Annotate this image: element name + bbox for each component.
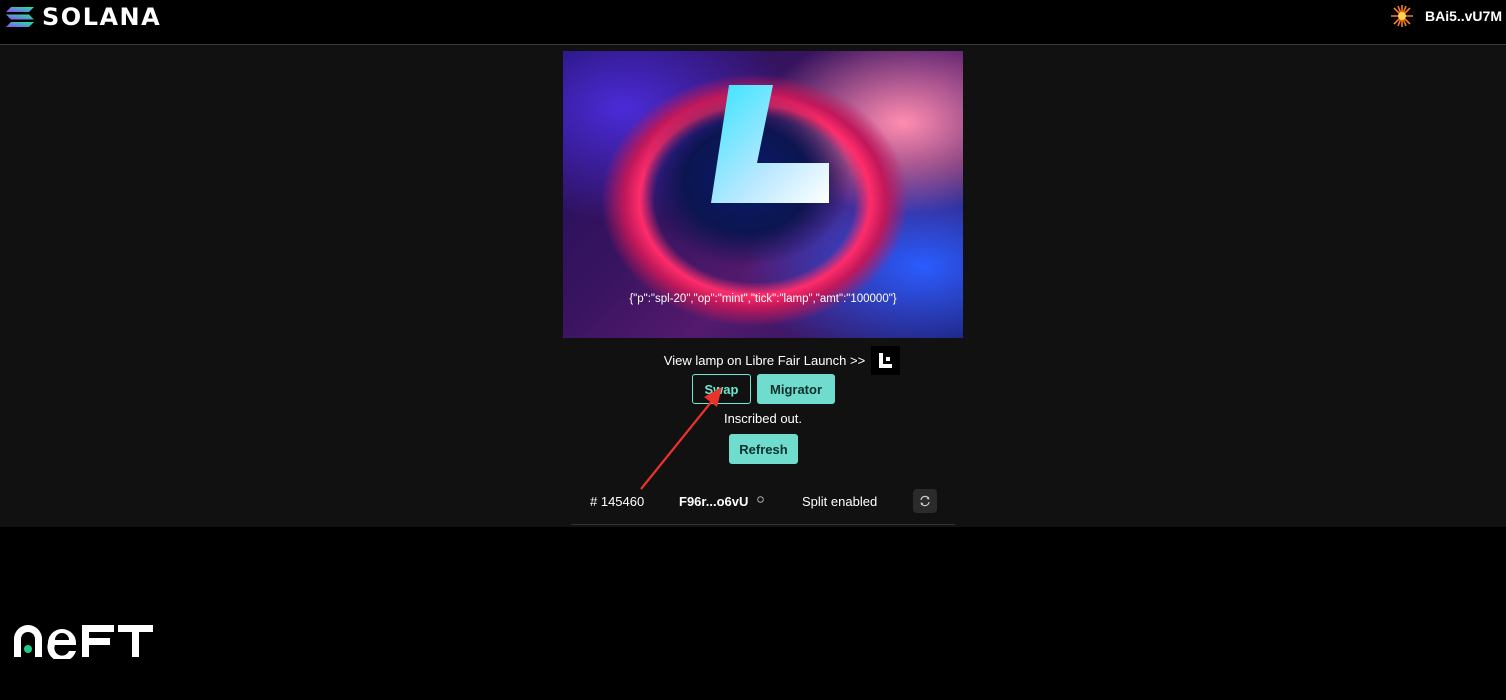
inscription-info-row: # 145460 F96r...o6vU Split enabled: [571, 488, 955, 524]
sync-icon: [920, 495, 930, 507]
letter-l-logo: [711, 85, 829, 203]
fair-launch-text[interactable]: View lamp on Libre Fair Launch >>: [664, 353, 865, 368]
libre-logo-icon[interactable]: [871, 345, 901, 375]
footer: [0, 527, 1506, 700]
owner-address[interactable]: F96r...o6vU: [679, 494, 748, 509]
neft-logo[interactable]: [12, 623, 154, 659]
copy-icon[interactable]: [756, 495, 765, 504]
wallet-address: BAi5..vU7M: [1424, 8, 1502, 24]
main-content: {"p":"spl-20","op":"mint","tick":"lamp",…: [0, 45, 1506, 527]
inscription-image: {"p":"spl-20","op":"mint","tick":"lamp",…: [563, 51, 963, 338]
inscription-number: # 145460: [590, 494, 645, 509]
split-status: Split enabled: [802, 494, 878, 509]
top-header: SOLANA BAi5..vU7M: [0, 0, 1506, 45]
refresh-button[interactable]: Refresh: [729, 434, 798, 464]
inscription-json: {"p":"spl-20","op":"mint","tick":"lamp",…: [629, 293, 897, 305]
swap-button[interactable]: Swap: [692, 374, 751, 404]
inscription-status: Inscribed out.: [723, 411, 803, 426]
solana-logo[interactable]: SOLANA: [6, 3, 161, 31]
divider: [571, 524, 955, 525]
sync-icon-button[interactable]: [913, 489, 937, 513]
migrator-button[interactable]: Migrator: [757, 374, 835, 404]
solana-logo-icon: [6, 7, 34, 27]
starburst-avatar-icon: [1390, 5, 1413, 27]
wallet-button[interactable]: BAi5..vU7M: [1389, 4, 1502, 28]
brand-name: SOLANA: [42, 3, 162, 31]
fair-launch-link[interactable]: View lamp on Libre Fair Launch >>: [563, 345, 963, 375]
